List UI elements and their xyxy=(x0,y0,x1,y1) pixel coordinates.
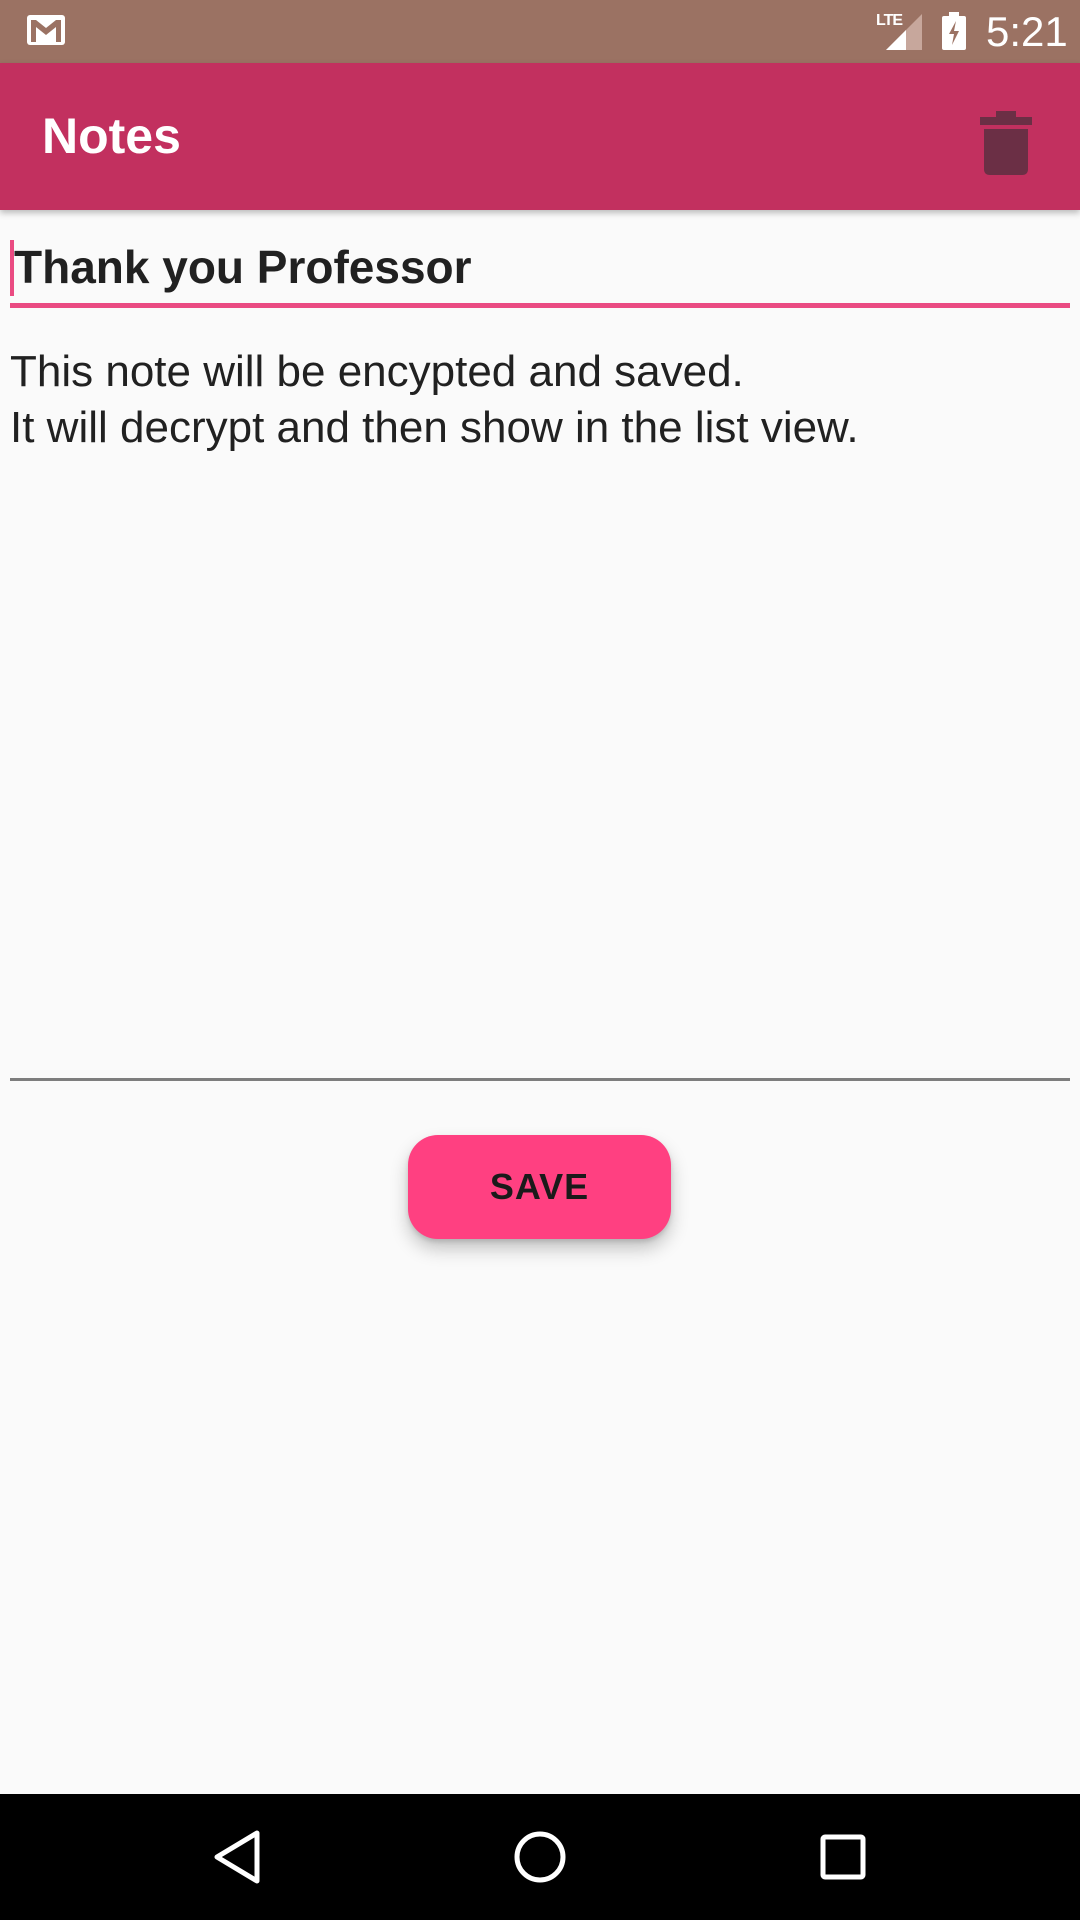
text-cursor xyxy=(10,240,14,296)
save-button[interactable]: SAVE xyxy=(408,1135,671,1239)
home-icon xyxy=(514,1831,566,1883)
app-bar: Notes xyxy=(0,63,1080,210)
title-underline-active xyxy=(10,303,1070,308)
body-underline xyxy=(10,1078,1070,1081)
status-bar: LTE 5:21 xyxy=(0,0,1080,63)
note-title-field-container xyxy=(10,236,1074,310)
home-button[interactable] xyxy=(505,1822,575,1892)
note-body-input[interactable]: This note will be encypted and saved. It… xyxy=(10,344,1070,1084)
navigation-bar xyxy=(0,1794,1080,1920)
app-title: Notes xyxy=(42,108,181,164)
note-body-text: This note will be encypted and saved. It… xyxy=(10,347,859,452)
battery-charging-icon xyxy=(942,12,966,50)
back-icon xyxy=(214,1830,260,1884)
trash-icon xyxy=(980,111,1032,175)
status-clock: 5:21 xyxy=(986,8,1068,55)
recents-button[interactable] xyxy=(808,1822,878,1892)
back-button[interactable] xyxy=(202,1822,272,1892)
delete-button[interactable] xyxy=(962,99,1050,187)
note-title-input[interactable] xyxy=(10,236,1074,298)
recents-icon xyxy=(820,1834,866,1880)
signal-icon xyxy=(886,14,922,50)
gmail-notification-icon xyxy=(27,15,65,45)
